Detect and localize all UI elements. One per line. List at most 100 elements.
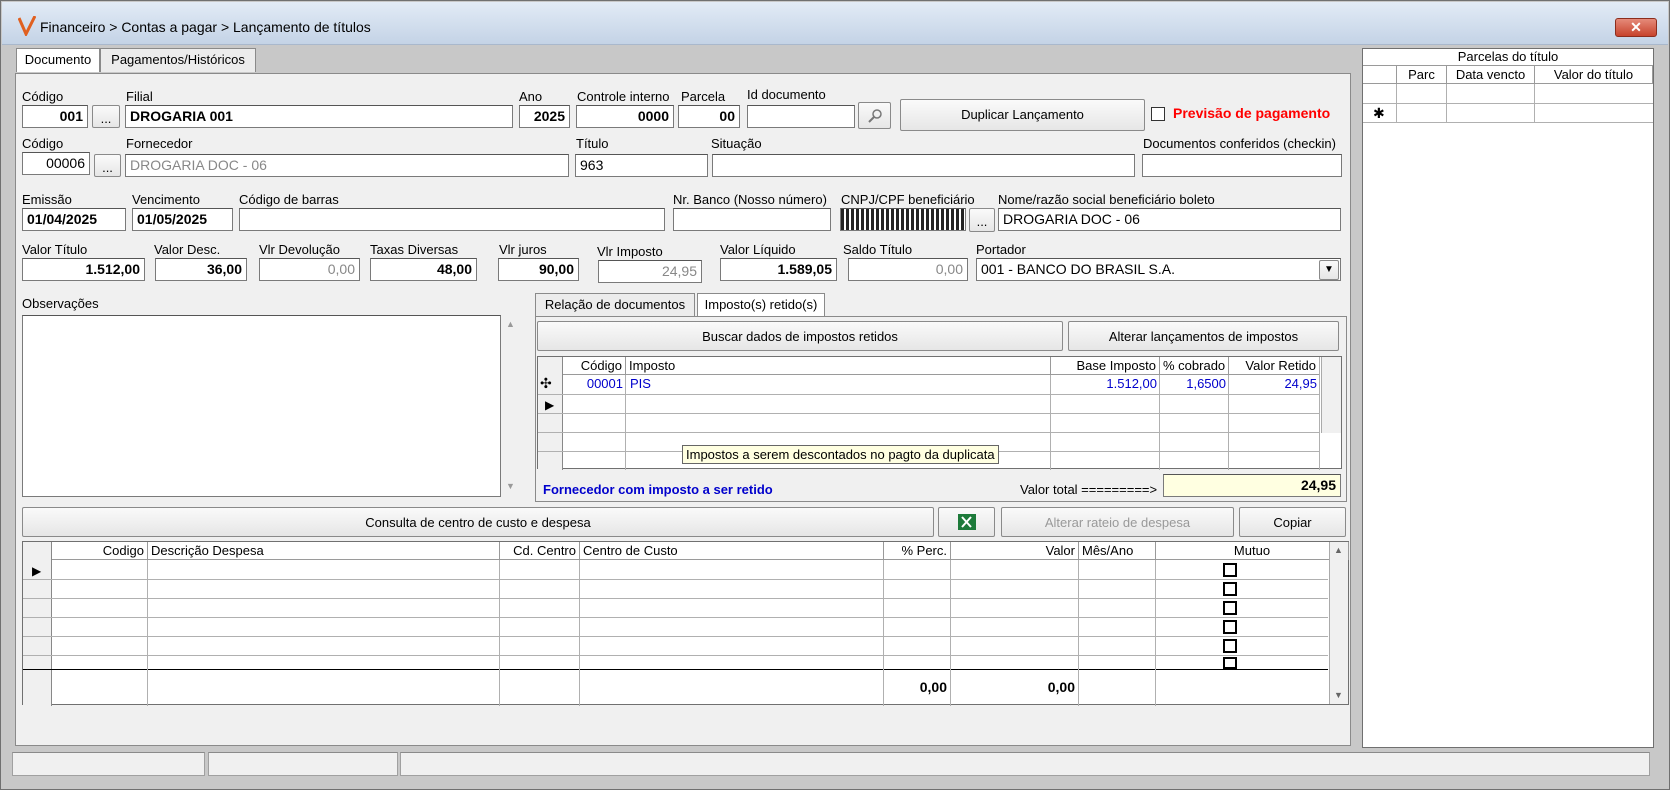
previsao-label: Previsão de pagamento xyxy=(1173,105,1331,121)
duplicar-lancamento-button[interactable]: Duplicar Lançamento xyxy=(900,99,1145,131)
copiar-button[interactable]: Copiar xyxy=(1239,507,1346,537)
row-codigo: 00001 xyxy=(586,376,623,391)
col-imposto[interactable]: Imposto xyxy=(626,357,1051,375)
fornecedor-lookup-button[interactable]: ... xyxy=(94,154,121,177)
chevron-down-icon[interactable]: ▼ xyxy=(1319,260,1339,280)
buscar-impostos-button[interactable]: Buscar dados de impostos retidos xyxy=(537,321,1063,351)
mutuo-checkbox[interactable] xyxy=(1223,620,1237,634)
valor-liquido-input[interactable]: 1.589,05 xyxy=(720,258,837,281)
taxas-diversas-label: Taxas Diversas xyxy=(370,242,459,257)
status-segment-1 xyxy=(12,752,205,776)
observacoes-scrollbar[interactable]: ▲ ▼ xyxy=(503,315,519,497)
valor-titulo-input[interactable]: 1.512,00 xyxy=(22,258,145,281)
tab-impostos-retidos[interactable]: Imposto(s) retido(s) xyxy=(697,293,825,317)
alterar-impostos-button[interactable]: Alterar lançamentos de impostos xyxy=(1068,321,1339,351)
cnpj-lookup-button[interactable]: ... xyxy=(969,208,995,232)
titulo-input[interactable]: 963 xyxy=(575,154,708,177)
ano-input[interactable]: 2025 xyxy=(519,105,570,128)
scroll-up-icon[interactable]: ▲ xyxy=(1334,545,1343,555)
col-codigo[interactable]: Código xyxy=(563,357,626,375)
vencimento-label: Vencimento xyxy=(132,192,200,207)
taxas-diversas-input[interactable]: 48,00 xyxy=(370,258,477,281)
cnpj-input-masked[interactable] xyxy=(840,208,966,231)
impostos-scrollbar[interactable] xyxy=(1321,357,1341,433)
iddoc-search-button[interactable] xyxy=(858,102,891,129)
row-imposto: PIS xyxy=(630,376,651,391)
mutuo-checkbox[interactable] xyxy=(1223,563,1237,577)
col-cc-valor[interactable]: Valor xyxy=(951,542,1079,560)
main-window: Financeiro > Contas a pagar > Lançamento… xyxy=(0,0,1670,790)
alterar-rateio-button[interactable]: Alterar rateio de despesa xyxy=(1001,507,1234,537)
mutuo-checkbox[interactable] xyxy=(1223,639,1237,653)
col-valor-titulo[interactable]: Valor do título xyxy=(1535,66,1653,84)
saldo-titulo-input[interactable]: 0,00 xyxy=(848,258,968,281)
row-pointer-icon: ▶ xyxy=(545,398,555,412)
col-cc-mes-ano[interactable]: Mês/Ano xyxy=(1079,542,1156,560)
close-button[interactable]: ✕ xyxy=(1615,18,1657,37)
col-cc-centro-custo[interactable]: Centro de Custo xyxy=(580,542,884,560)
codigo-barras-input[interactable] xyxy=(239,208,665,231)
col-cc-codigo[interactable]: Codigo xyxy=(52,542,148,560)
filial-lookup-button[interactable]: ... xyxy=(92,105,120,128)
observacoes-label: Observações xyxy=(22,296,99,311)
scroll-up-icon[interactable]: ▲ xyxy=(506,319,515,329)
mutuo-checkbox[interactable] xyxy=(1223,657,1237,669)
scroll-down-icon[interactable]: ▼ xyxy=(1334,690,1343,700)
nr-banco-input[interactable] xyxy=(673,208,831,231)
parcelas-corner xyxy=(1363,66,1397,84)
valor-desc-input[interactable]: 36,00 xyxy=(155,258,247,281)
col-cc-descricao[interactable]: Descrição Despesa xyxy=(148,542,500,560)
vlr-devolucao-input[interactable]: 0,00 xyxy=(259,258,360,281)
tab-relacao-documentos[interactable]: Relação de documentos xyxy=(535,293,695,317)
tab-pagamentos[interactable]: Pagamentos/Históricos xyxy=(100,48,256,72)
docs-conferidos-input[interactable] xyxy=(1142,154,1342,177)
centro-custo-grid[interactable]: Codigo Descrição Despesa Cd. Centro Cent… xyxy=(22,541,1349,706)
parcelas-grid[interactable]: Parcelas do título Parc Data vencto Valo… xyxy=(1362,48,1654,748)
codigo-fornecedor-label: Código xyxy=(22,136,64,151)
col-parc[interactable]: Parc xyxy=(1397,66,1447,84)
col-data-vencto[interactable]: Data vencto xyxy=(1447,66,1535,84)
consulta-centro-custo-button[interactable]: Consulta de centro de custo e despesa xyxy=(22,507,934,537)
codigo-barras-label: Código de barras xyxy=(239,192,339,207)
portador-select[interactable]: 001 - BANCO DO BRASIL S.A. xyxy=(976,258,1341,281)
nome-beneficiario-label: Nome/razão social beneficiário boleto xyxy=(998,192,1215,207)
vlr-imposto-input[interactable]: 24,95 xyxy=(598,260,702,283)
vlr-juros-label: Vlr juros xyxy=(499,242,547,257)
emissao-input[interactable]: 01/04/2025 xyxy=(22,208,126,231)
col-base-imposto[interactable]: Base Imposto xyxy=(1051,357,1160,375)
controle-input[interactable]: 0000 xyxy=(576,105,674,128)
previsao-checkbox[interactable] xyxy=(1151,107,1165,121)
cc-scrollbar[interactable]: ▲ ▼ xyxy=(1329,542,1348,704)
title-bar: Financeiro > Contas a pagar > Lançamento… xyxy=(2,2,1668,45)
valor-liquido-label: Valor Líquido xyxy=(720,242,796,257)
new-row-icon: ✱ xyxy=(1373,105,1385,121)
scroll-down-icon[interactable]: ▼ xyxy=(506,481,515,491)
col-cc-mutuo[interactable]: Mutuo xyxy=(1156,542,1349,560)
codigo-filial-input[interactable]: 001 xyxy=(22,105,88,128)
codigo-fornecedor-input[interactable]: 00006 xyxy=(22,152,90,175)
window-title: Financeiro > Contas a pagar > Lançamento… xyxy=(40,19,371,35)
iddoc-input[interactable] xyxy=(747,105,855,128)
ano-label: Ano xyxy=(519,89,543,104)
valor-total-input[interactable]: 24,95 xyxy=(1163,474,1341,497)
tab-documento[interactable]: Documento xyxy=(16,48,100,72)
nome-beneficiario-input[interactable]: DROGARIA DOC - 06 xyxy=(998,208,1341,231)
col-valor-retido[interactable]: Valor Retido xyxy=(1229,357,1320,375)
col-cc-perc[interactable]: % Perc. xyxy=(884,542,951,560)
table-row[interactable]: 00001 PIS 1.512,00 1,6500 24,95 xyxy=(563,375,1320,394)
mutuo-checkbox[interactable] xyxy=(1223,582,1237,596)
saldo-titulo-label: Saldo Título xyxy=(843,242,913,257)
col-cobrado[interactable]: % cobrado xyxy=(1160,357,1229,375)
observacoes-textarea[interactable] xyxy=(22,315,501,497)
col-cc-cd-centro[interactable]: Cd. Centro xyxy=(500,542,580,560)
parcela-input[interactable]: 00 xyxy=(678,105,740,128)
situacao-input[interactable] xyxy=(712,154,1135,177)
excel-export-button[interactable] xyxy=(938,507,995,537)
situacao-label: Situação xyxy=(711,136,762,151)
mutuo-checkbox[interactable] xyxy=(1223,601,1237,615)
docs-conferidos-label: Documentos conferidos (checkin) xyxy=(1143,136,1336,151)
vlr-juros-input[interactable]: 90,00 xyxy=(498,258,579,281)
filial-input[interactable]: DROGARIA 001 xyxy=(125,105,513,128)
fornecedor-input[interactable]: DROGARIA DOC - 06 xyxy=(125,154,569,177)
vencimento-input[interactable]: 01/05/2025 xyxy=(132,208,233,231)
